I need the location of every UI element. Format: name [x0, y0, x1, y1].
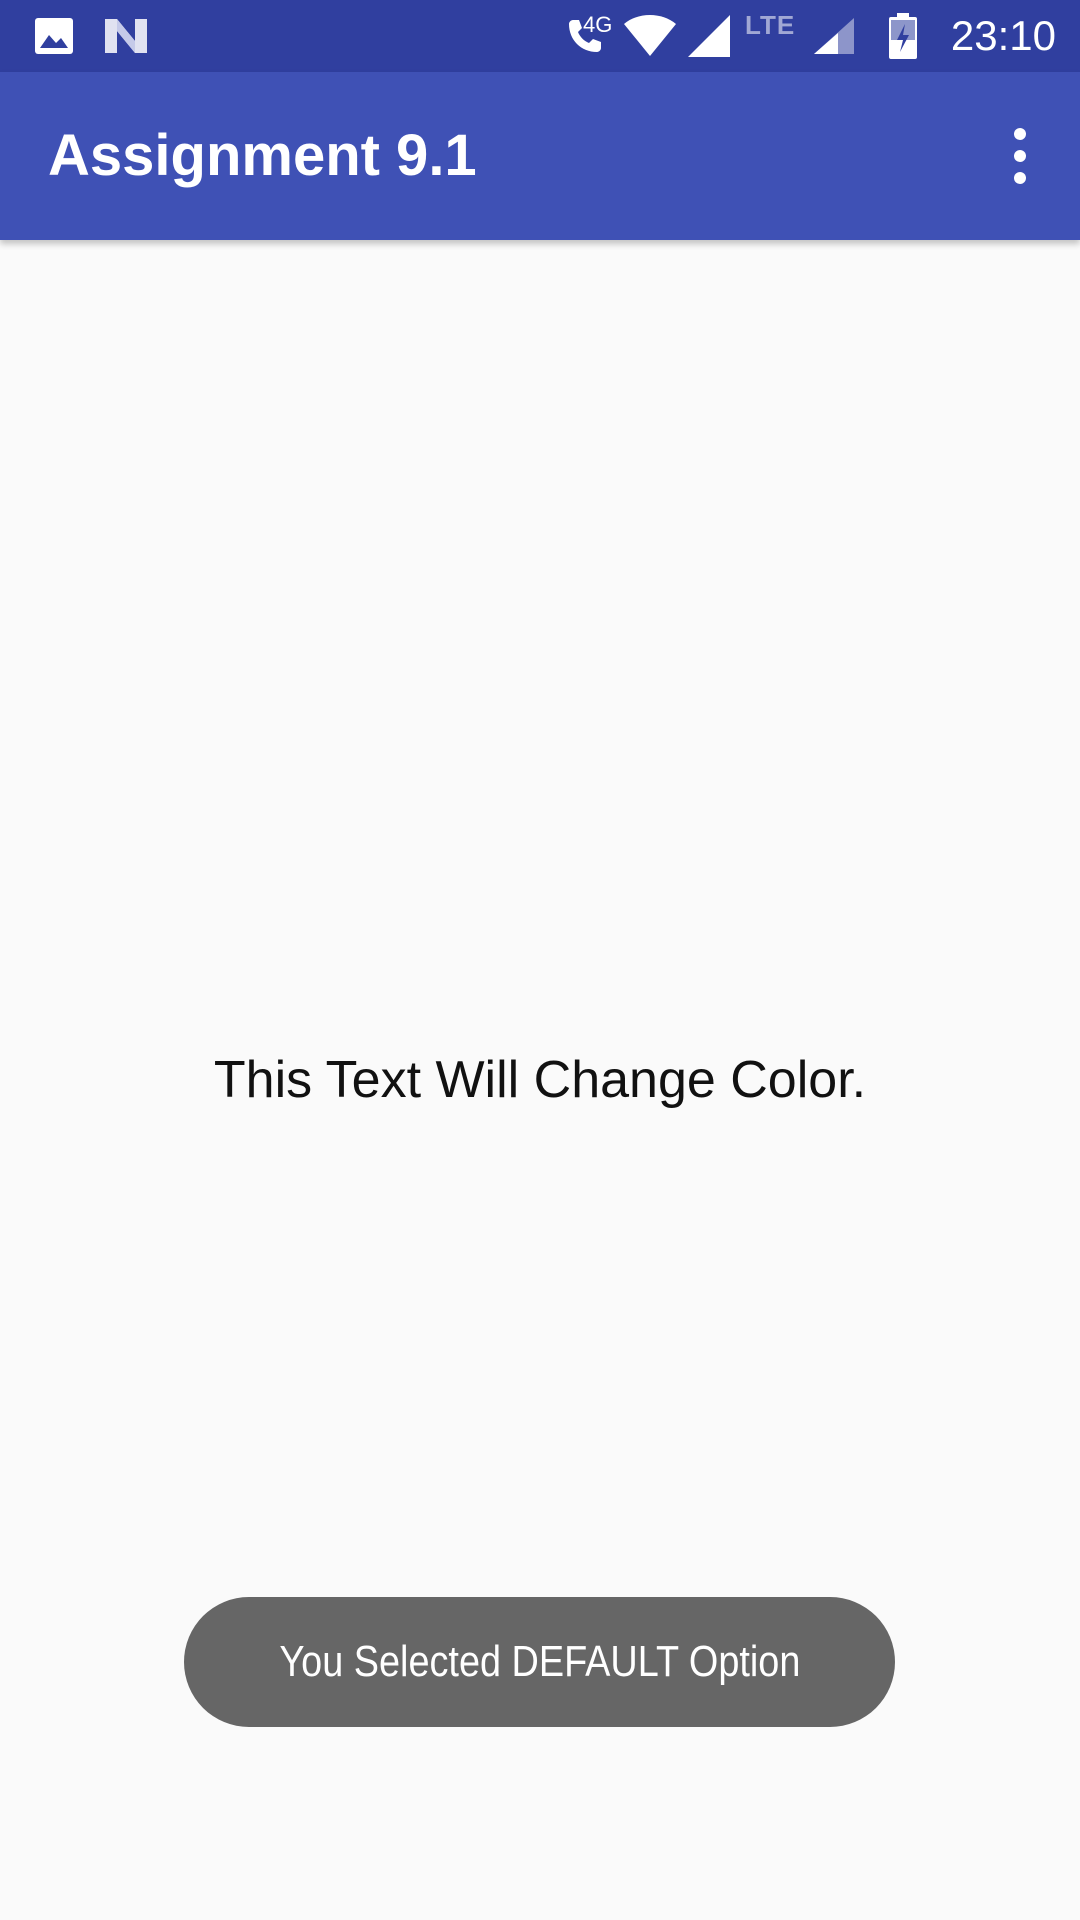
- more-vert-icon: [1014, 150, 1026, 162]
- overflow-menu-button[interactable]: [972, 108, 1068, 204]
- screen: 4G LTE 23:10 Assignment 9.1 This Text Wi…: [0, 0, 1080, 1920]
- app-bar: Assignment 9.1: [0, 72, 1080, 240]
- status-bar: 4G LTE 23:10: [0, 0, 1080, 72]
- cell-signal-icon: [686, 0, 732, 72]
- more-vert-icon: [1014, 172, 1026, 184]
- toast-message: You Selected DEFAULT Option: [184, 1597, 895, 1727]
- network-4g-label: 4G: [583, 12, 613, 37]
- status-time: 23:10: [950, 12, 1056, 59]
- more-vert-icon: [1014, 128, 1026, 140]
- battery-charging-icon: [888, 0, 918, 72]
- n-logo-icon: [103, 0, 149, 72]
- network-lte-label: LTE: [745, 10, 796, 40]
- color-change-text: This Text Will Change Color.: [213, 1051, 867, 1109]
- toast-text: You Selected DEFAULT Option: [279, 1637, 800, 1686]
- app-title: Assignment 9.1: [48, 123, 477, 188]
- wifi-icon: [622, 0, 678, 72]
- cell-signal-secondary-icon: [812, 0, 856, 72]
- image-icon: [34, 0, 74, 72]
